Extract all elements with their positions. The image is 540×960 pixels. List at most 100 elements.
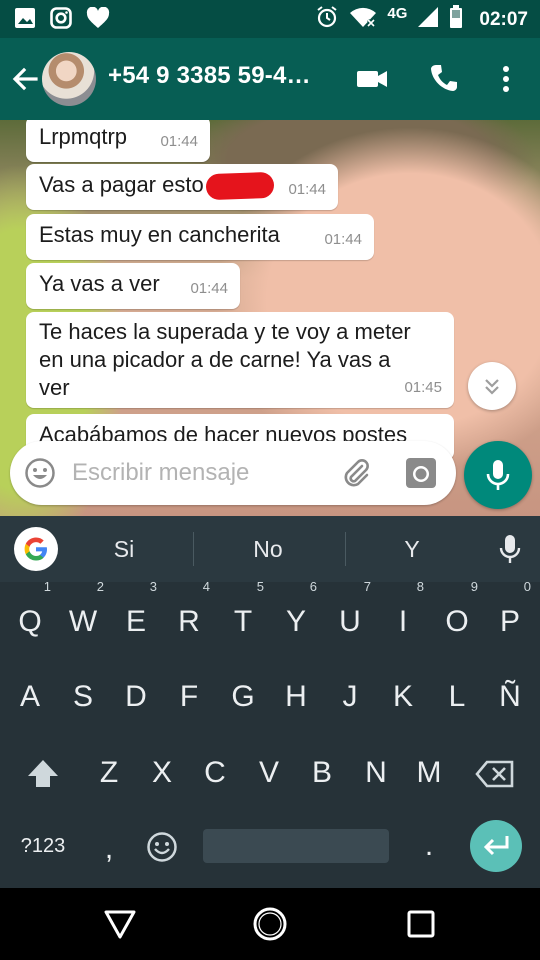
message-input[interactable] — [72, 457, 322, 489]
navigation-bar — [0, 888, 540, 960]
suggestion-divider — [193, 532, 194, 566]
voice-input-icon[interactable] — [498, 534, 522, 571]
key-c[interactable]: C — [190, 743, 240, 803]
key-j[interactable]: J — [325, 667, 375, 727]
video-call-icon[interactable] — [355, 62, 389, 101]
more-options-icon[interactable] — [496, 62, 516, 101]
message-composer — [10, 441, 456, 505]
key-hint: 1 — [43, 579, 51, 594]
message-time: 01:44 — [288, 181, 326, 198]
key-a[interactable]: A — [5, 667, 55, 727]
key-u[interactable]: 7U — [325, 580, 375, 652]
key-m[interactable]: M — [404, 743, 454, 803]
key-label: W — [68, 605, 98, 638]
key-t[interactable]: 5T — [218, 580, 268, 652]
key-b[interactable]: B — [297, 743, 347, 803]
key-n[interactable]: N — [351, 743, 401, 803]
suggestion-item[interactable]: Y — [342, 536, 482, 563]
scroll-to-bottom-button[interactable] — [468, 362, 516, 410]
emoji-key[interactable] — [137, 816, 187, 876]
message-bubble[interactable]: Lrpmqtrp 01:44 — [26, 120, 210, 162]
shift-key[interactable] — [18, 743, 68, 803]
key-p[interactable]: 0P — [485, 580, 535, 652]
status-bar: 4G 02:07 — [0, 0, 540, 38]
key-hint: 3 — [149, 579, 157, 594]
google-logo-icon[interactable] — [14, 527, 58, 571]
network-type: 4G — [387, 5, 408, 22]
key-label: R — [178, 605, 200, 638]
suggestion-strip: Si No Y — [0, 516, 540, 582]
key-hint: 8 — [416, 579, 424, 594]
message-text: Estas muy en cancherita — [39, 222, 280, 247]
message-time: 01:44 — [160, 133, 198, 150]
key-x[interactable]: X — [137, 743, 187, 803]
symbols-key[interactable]: ?123 — [8, 816, 78, 876]
alarm-icon — [315, 5, 339, 34]
contact-avatar[interactable] — [42, 52, 96, 106]
phone-icon[interactable] — [428, 62, 460, 99]
key-g[interactable]: G — [218, 667, 268, 727]
key-r[interactable]: 4R — [164, 580, 214, 652]
key-label: U — [339, 605, 361, 638]
recents-square-icon[interactable] — [406, 909, 436, 944]
key-enye[interactable]: Ñ — [485, 667, 535, 727]
home-circle-icon[interactable] — [252, 906, 288, 947]
key-z[interactable]: Z — [84, 743, 134, 803]
signal-icon — [417, 6, 439, 33]
message-time: 01:44 — [324, 231, 362, 248]
key-o[interactable]: 9O — [432, 580, 482, 652]
key-w[interactable]: 2W — [58, 580, 108, 652]
key-l[interactable]: L — [432, 667, 482, 727]
emoji-icon[interactable] — [24, 457, 56, 494]
message-bubble[interactable]: Te haces la superada y te voy a meter en… — [26, 312, 454, 408]
key-h[interactable]: H — [271, 667, 321, 727]
attach-icon[interactable] — [340, 457, 372, 494]
key-d[interactable]: D — [111, 667, 161, 727]
double-chevron-down-icon — [468, 379, 516, 414]
message-text: Vas a pagar esto — [39, 172, 204, 197]
gallery-icon — [14, 7, 36, 34]
suggestion-item[interactable]: No — [198, 536, 338, 563]
key-hint: 2 — [96, 579, 104, 594]
battery-icon — [449, 5, 463, 34]
message-bubble[interactable]: Vas a pagar esto 01:44 — [26, 164, 338, 210]
comma-key[interactable]: , — [84, 819, 134, 879]
key-hint: 7 — [363, 579, 371, 594]
back-triangle-icon[interactable] — [103, 908, 137, 945]
redaction-mark — [205, 172, 275, 201]
voice-message-button[interactable] — [464, 441, 532, 509]
key-label: I — [398, 605, 408, 638]
key-e[interactable]: 3E — [111, 580, 161, 652]
message-text-line: ver — [39, 375, 70, 400]
backspace-key[interactable] — [470, 743, 520, 803]
key-label: Q — [18, 605, 42, 638]
message-bubble[interactable]: Ya vas a ver 01:44 — [26, 263, 240, 309]
key-hint: 5 — [256, 579, 264, 594]
instagram-icon — [50, 7, 72, 34]
microphone-icon — [484, 458, 512, 497]
key-s[interactable]: S — [58, 667, 108, 727]
shift-arrow-icon — [25, 756, 61, 789]
camera-icon[interactable] — [404, 456, 438, 495]
key-label: E — [125, 605, 146, 638]
key-hint: 6 — [309, 579, 317, 594]
key-i[interactable]: 8I — [378, 580, 428, 652]
key-y[interactable]: 6Y — [271, 580, 321, 652]
message-text-line: en una picador a de carne! Ya vas a — [39, 347, 391, 372]
key-k[interactable]: K — [378, 667, 428, 727]
key-q[interactable]: 1Q — [5, 580, 55, 652]
contact-name[interactable]: +54 9 3385 59-4… — [108, 62, 311, 90]
backspace-icon — [475, 756, 515, 789]
emoji-icon — [146, 829, 178, 862]
key-hint: 4 — [202, 579, 210, 594]
back-arrow-icon[interactable] — [10, 64, 40, 94]
key-v[interactable]: V — [244, 743, 294, 803]
wifi-icon — [349, 6, 377, 33]
space-bar[interactable] — [203, 829, 389, 863]
message-time: 01:44 — [190, 280, 228, 297]
key-f[interactable]: F — [164, 667, 214, 727]
enter-key[interactable] — [470, 820, 522, 872]
message-bubble[interactable]: Estas muy en cancherita 01:44 — [26, 214, 374, 260]
period-key[interactable]: . — [404, 816, 454, 876]
suggestion-item[interactable]: Si — [54, 536, 194, 563]
